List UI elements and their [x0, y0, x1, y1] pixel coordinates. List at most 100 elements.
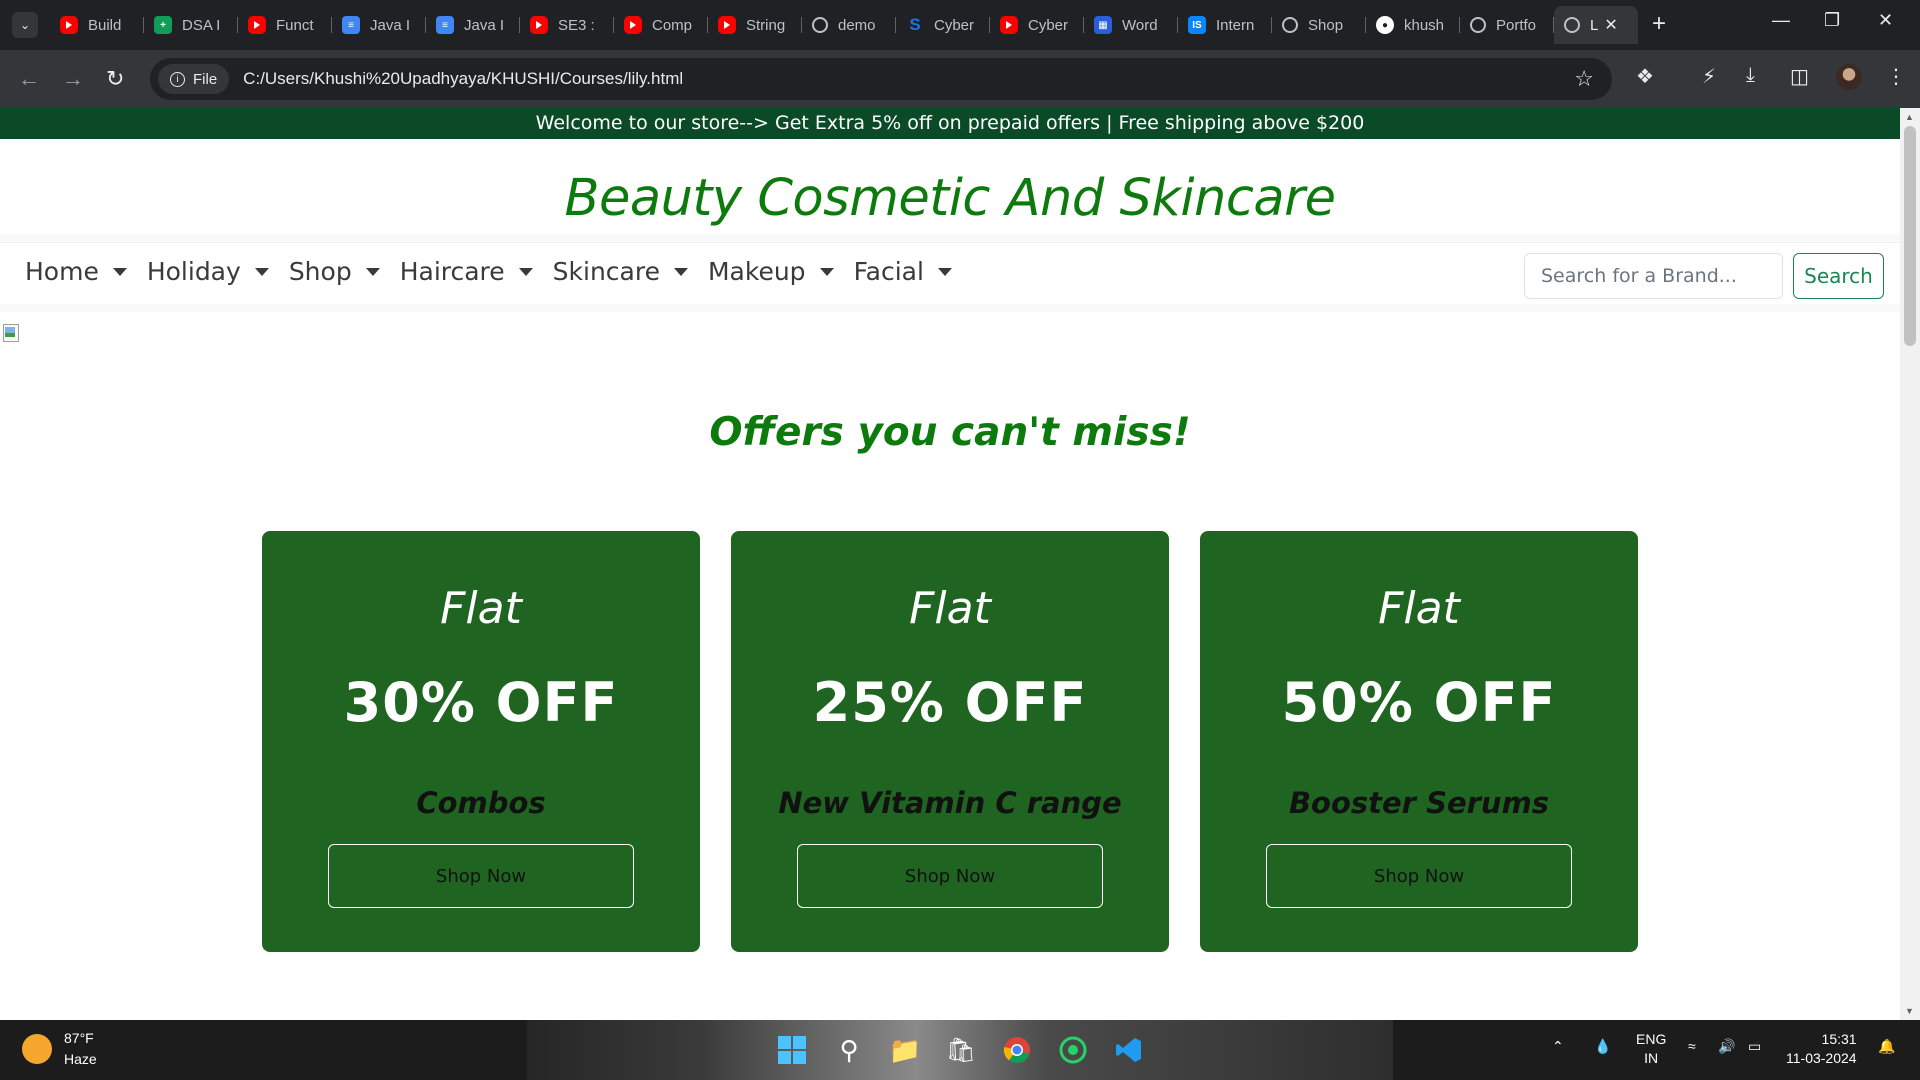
bookmark-star-icon[interactable]: ☆: [1574, 66, 1594, 92]
sheets-icon: +: [154, 16, 172, 34]
lang-bottom: IN: [1644, 1050, 1659, 1066]
nav-item-haircare[interactable]: Haircare: [400, 257, 533, 286]
youtube-icon: [624, 16, 642, 34]
new-tab-plus-icon[interactable]: +: [1652, 10, 1666, 38]
offer-card: Flat 50% OFF Booster Serums Shop Now: [1200, 531, 1638, 952]
tab-title: Comp: [652, 16, 693, 34]
performance-icon[interactable]: ⚡: [1702, 64, 1716, 89]
shop-now-button[interactable]: Shop Now: [797, 844, 1103, 908]
store-icon[interactable]: 🛍: [945, 1034, 977, 1066]
language-indicator[interactable]: ENG IN: [1636, 1030, 1666, 1068]
extensions-icon[interactable]: ❖: [1636, 64, 1654, 89]
brand-search-input[interactable]: [1524, 253, 1783, 299]
browser-tab[interactable]: Cyber: [990, 6, 1084, 44]
browser-tab[interactable]: Shop: [1272, 6, 1366, 44]
nav-item-skincare[interactable]: Skincare: [553, 257, 688, 286]
tab-title: demo: [838, 16, 876, 34]
nav-menu: Home Holiday Shop Haircare Skincare Make…: [25, 257, 972, 286]
offer-flat-label: Flat: [1378, 583, 1460, 634]
wifi-icon[interactable]: ≈: [1688, 1038, 1696, 1054]
globe-icon: [1470, 17, 1486, 33]
offer-discount: 30% OFF: [343, 671, 619, 734]
nav-label: Makeup: [707, 257, 806, 286]
nav-item-holiday[interactable]: Holiday: [147, 257, 269, 286]
browser-tab[interactable]: + DSA I: [144, 6, 238, 44]
windows-start-icon[interactable]: [776, 1034, 808, 1066]
page-scrollbar[interactable]: ▲ ▼: [1900, 108, 1920, 1020]
reload-icon[interactable]: ↻: [106, 66, 124, 92]
tab-search-chevron-icon[interactable]: ⌄: [12, 12, 38, 38]
globe-icon: [812, 17, 828, 33]
browser-tab-strip: ⌄ Build + DSA I Funct ≡ Java I ≡ Java I SE3…: [0, 0, 1920, 50]
weather-haze-icon[interactable]: [22, 1034, 52, 1064]
browser-tab[interactable]: SE3 :: [520, 6, 614, 44]
battery-icon[interactable]: ▭: [1748, 1038, 1761, 1055]
tab-title: Portfo: [1496, 16, 1537, 34]
browser-tab[interactable]: Build: [50, 6, 144, 44]
browser-tab[interactable]: IS Intern: [1178, 6, 1272, 44]
show-hidden-icons-chevron[interactable]: ⌃: [1552, 1038, 1564, 1055]
scroll-up-arrow-icon[interactable]: ▲: [1905, 112, 1914, 122]
menu-kebab-icon[interactable]: ⋮: [1886, 64, 1906, 89]
shop-now-button[interactable]: Shop Now: [328, 844, 634, 908]
close-tab-icon[interactable]: ✕: [1604, 15, 1617, 35]
browser-tab[interactable]: S Cyber: [896, 6, 990, 44]
profile-avatar[interactable]: [1836, 64, 1862, 90]
nav-label: Shop: [288, 257, 352, 286]
nav-label: Skincare: [552, 257, 660, 286]
address-bar[interactable]: i File C:/Users/Khushi%20Upadhyaya/KHUSHI…: [150, 58, 1612, 100]
browser-tab[interactable]: Portfo: [1460, 6, 1554, 44]
close-window-icon[interactable]: ✕: [1878, 10, 1893, 31]
back-arrow-icon[interactable]: ←: [18, 66, 40, 92]
notification-bell-icon[interactable]: 🔔: [1878, 1038, 1895, 1055]
browser-tab-active[interactable]: L ✕: [1554, 6, 1638, 44]
whatsapp-icon[interactable]: [1057, 1034, 1089, 1066]
offer-flat-label: Flat: [909, 583, 991, 634]
browser-tab[interactable]: demo: [802, 6, 896, 44]
url-text[interactable]: C:/Users/Khushi%20Upadhyaya/KHUSHI/Cours…: [243, 69, 683, 89]
browser-tab[interactable]: ≡ Java I: [332, 6, 426, 44]
caret-down-icon: [365, 267, 380, 276]
globe-icon: [1564, 17, 1580, 33]
scroll-down-arrow-icon[interactable]: ▼: [1905, 1006, 1914, 1016]
weather-description[interactable]: Haze: [64, 1051, 97, 1067]
side-panel-icon[interactable]: ◫: [1790, 64, 1809, 89]
tab-title: Cyber: [1028, 16, 1069, 34]
search-button[interactable]: Search: [1793, 253, 1884, 299]
system-clock[interactable]: 15:31 11-03-2024: [1786, 1030, 1857, 1068]
shop-now-button[interactable]: Shop Now: [1266, 844, 1572, 908]
vscode-icon[interactable]: [1113, 1034, 1145, 1066]
logo-tile: [778, 1036, 791, 1049]
youtube-icon: [1000, 16, 1018, 34]
nav-label: Facial: [853, 257, 924, 286]
site-info-chip[interactable]: i File: [158, 64, 230, 94]
file-explorer-icon[interactable]: 📁: [889, 1034, 921, 1066]
browser-tab[interactable]: ≡ Java I: [426, 6, 520, 44]
nav-item-makeup[interactable]: Makeup: [708, 257, 834, 286]
nav-item-shop[interactable]: Shop: [289, 257, 380, 286]
restore-icon[interactable]: ❐: [1824, 10, 1840, 31]
weather-temperature[interactable]: 87°F: [64, 1030, 94, 1046]
chrome-icon[interactable]: [1001, 1034, 1033, 1066]
browser-tab[interactable]: String: [708, 6, 802, 44]
download-icon[interactable]: ⤓: [1746, 64, 1755, 87]
browser-tab[interactable]: ▦ Word: [1084, 6, 1178, 44]
nav-item-home[interactable]: Home: [25, 257, 127, 286]
browser-tab[interactable]: Funct: [238, 6, 332, 44]
volume-icon[interactable]: 🔊: [1718, 1038, 1735, 1055]
caret-down-icon: [819, 267, 834, 276]
browser-tab[interactable]: ● khush: [1366, 6, 1460, 44]
droplet-icon[interactable]: 💧: [1594, 1038, 1611, 1055]
browser-tab[interactable]: Comp: [614, 6, 708, 44]
grid-icon: ▦: [1094, 16, 1112, 34]
logo-tile: [778, 1051, 791, 1064]
nav-item-facial[interactable]: Facial: [854, 257, 952, 286]
offer-product: Combos: [416, 786, 546, 820]
forward-arrow-icon[interactable]: →: [62, 66, 84, 92]
navbar-inner: Home Holiday Shop Haircare Skincare Make…: [0, 242, 1900, 304]
search-icon[interactable]: ⚲: [833, 1034, 865, 1066]
tab-list: Build + DSA I Funct ≡ Java I ≡ Java I SE3 :…: [50, 6, 1638, 44]
minimize-icon[interactable]: —: [1772, 10, 1790, 31]
scroll-thumb[interactable]: [1904, 126, 1916, 346]
tab-title: L: [1590, 16, 1599, 34]
